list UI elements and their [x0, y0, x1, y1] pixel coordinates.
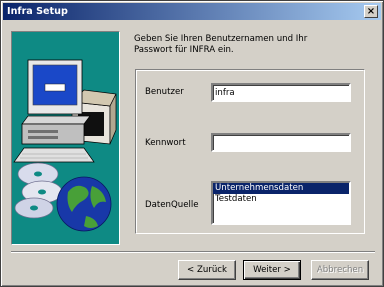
back-button[interactable]: < Zurück: [178, 260, 236, 280]
datasource-label: DatenQuelle: [145, 200, 199, 210]
intro-text: Geben Sie Ihren Benutzernamen und Ihr Pa…: [134, 34, 308, 55]
button-separator: [11, 251, 375, 253]
password-input[interactable]: [213, 135, 349, 150]
user-field[interactable]: [211, 83, 351, 102]
next-button[interactable]: Weiter >: [243, 260, 301, 280]
title-bar[interactable]: Infra Setup ×: [3, 3, 381, 20]
close-button[interactable]: ×: [364, 5, 378, 18]
datasource-listbox[interactable]: Unternehmensdaten Testdaten: [211, 181, 351, 225]
window-title: Infra Setup: [7, 6, 68, 17]
cd-discs-icon: [14, 162, 63, 219]
password-field[interactable]: [211, 133, 351, 152]
setup-window: Infra Setup × Geben Sie Ihren Benutzerna…: [0, 0, 384, 287]
datasource-option[interactable]: Unternehmensdaten: [213, 183, 349, 194]
user-label: Benutzer: [145, 87, 184, 97]
datasource-option[interactable]: Testdaten: [213, 194, 349, 205]
close-icon: ×: [366, 5, 376, 17]
computer-icon: [13, 59, 95, 163]
login-group: Benutzer Kennwort DatenQuelle Unternehme…: [135, 69, 365, 234]
cancel-button[interactable]: Abbrechen: [311, 260, 369, 280]
password-label: Kennwort: [145, 138, 186, 148]
globe-icon: [56, 176, 112, 232]
setup-illustration: [11, 31, 120, 245]
user-input[interactable]: [213, 85, 349, 100]
